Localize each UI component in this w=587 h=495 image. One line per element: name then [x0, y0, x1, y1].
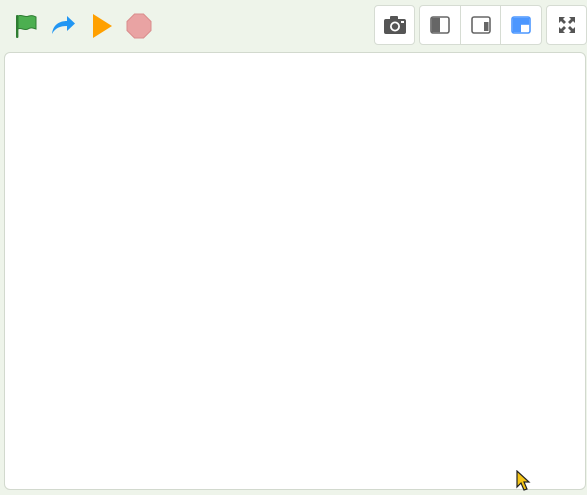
redo-arrow-icon — [52, 16, 75, 34]
stop-octagon-icon — [126, 13, 152, 39]
stage-canvas[interactable] — [4, 52, 586, 490]
green-flag-icon — [16, 14, 37, 38]
layout-mode-switcher — [419, 5, 542, 45]
redo-button[interactable] — [44, 8, 82, 44]
fullscreen-expand-icon — [558, 17, 575, 33]
run-controls — [6, 8, 158, 44]
camera-icon — [383, 16, 406, 34]
play-button[interactable] — [82, 8, 120, 44]
layout-left-half-icon — [430, 16, 450, 34]
fullscreen-button[interactable] — [546, 5, 587, 45]
stop-button[interactable] — [120, 8, 158, 44]
stage-toolbar — [0, 0, 587, 50]
app-window — [0, 0, 587, 495]
layout-right-narrow-icon — [470, 16, 491, 34]
layout-mode-small-stage[interactable] — [501, 6, 541, 44]
green-flag-button[interactable] — [6, 8, 44, 44]
screenshot-button[interactable] — [374, 5, 415, 45]
play-triangle-icon — [93, 14, 112, 38]
layout-mode-right-narrow[interactable] — [461, 6, 502, 44]
layout-small-stage-icon — [511, 16, 531, 34]
layout-mode-left-half[interactable] — [420, 6, 461, 44]
